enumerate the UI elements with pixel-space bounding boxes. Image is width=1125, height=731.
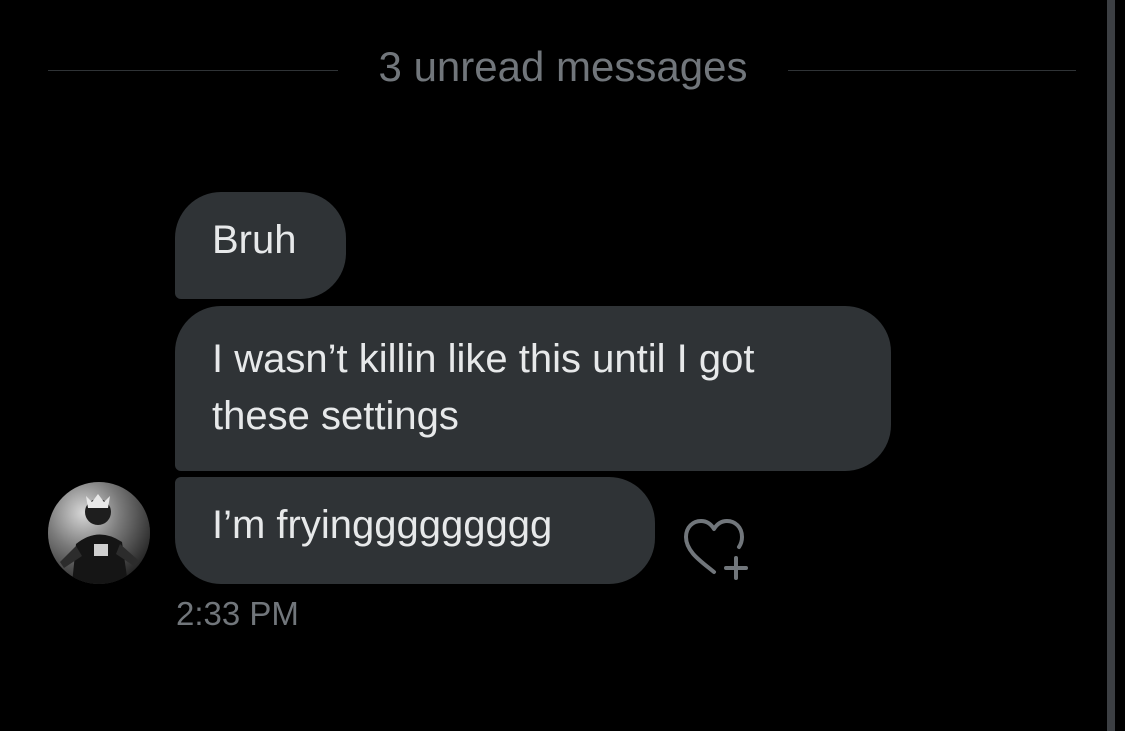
message-bubble[interactable]: Bruh: [175, 192, 346, 299]
unread-count-label: 3 unread messages: [378, 43, 748, 90]
message-timestamp: 2:33 PM: [176, 595, 299, 632]
message-bubble[interactable]: I’m fryinggggggggg: [175, 477, 655, 584]
message-text: these settings: [212, 394, 459, 438]
divider-line-right: [788, 70, 1076, 71]
divider-line-left: [48, 70, 338, 71]
message-text: I’m fryinggggggggg: [212, 503, 553, 547]
sender-avatar[interactable]: [48, 482, 150, 584]
avatar-image: [48, 482, 150, 584]
unread-divider: 3 unread messages: [48, 40, 1076, 96]
message-text: I wasn’t killin like this until I got: [212, 337, 755, 381]
message-text: Bruh: [212, 218, 297, 262]
scrollbar[interactable]: [1107, 0, 1115, 731]
heart-plus-icon: [684, 519, 748, 580]
message-bubble[interactable]: I wasn’t killin like this until I got th…: [175, 306, 891, 471]
add-reaction-button[interactable]: [678, 514, 754, 582]
